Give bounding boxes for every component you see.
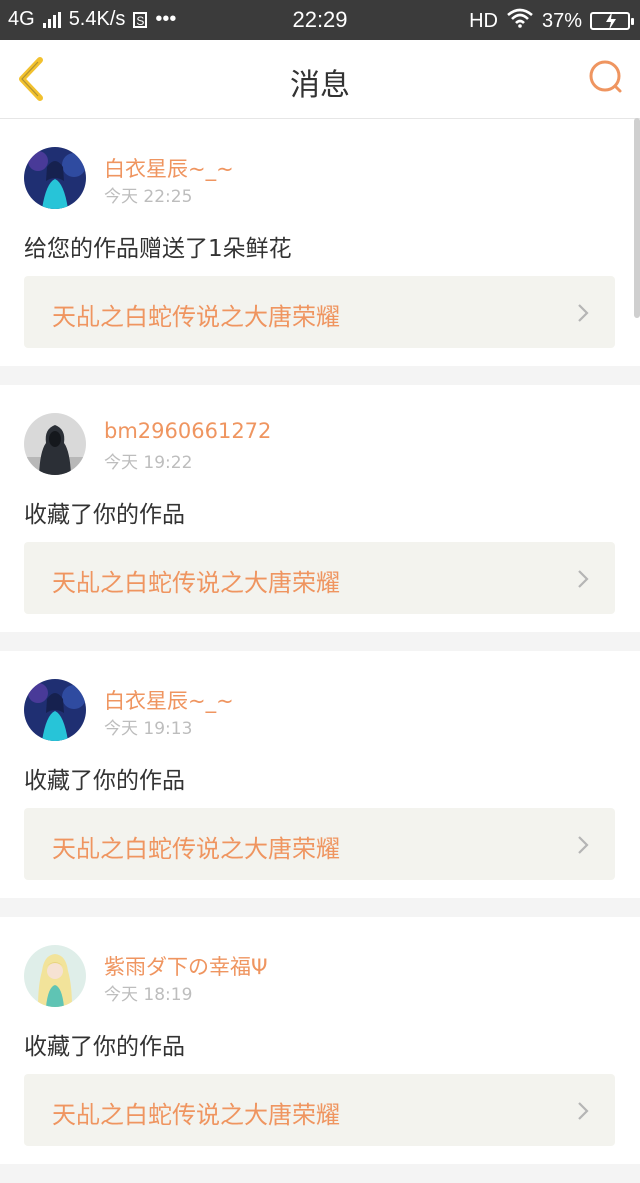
- chevron-right-icon: [578, 304, 589, 322]
- message-text: 给您的作品赠送了1朵鲜花: [24, 236, 292, 262]
- scrollbar[interactable]: [634, 118, 640, 318]
- username[interactable]: bm2960661272: [104, 419, 271, 443]
- header-bar: 消息: [0, 40, 640, 119]
- message-text: 收藏了你的作品: [24, 1034, 185, 1060]
- work-title: 天乩之白蛇传说之大唐荣耀: [52, 1101, 340, 1129]
- status-right: HD 37%: [469, 8, 634, 34]
- chevron-right-icon: [578, 570, 589, 588]
- username[interactable]: 白衣星辰~_~: [104, 153, 234, 183]
- chevron-right-icon: [578, 836, 589, 854]
- message-list: 白衣星辰~_~ 今天 22:25 给您的作品赠送了1朵鲜花 天乩之白蛇传说之大唐…: [0, 119, 640, 1183]
- work-link[interactable]: 天乩之白蛇传说之大唐荣耀: [24, 276, 615, 348]
- avatar[interactable]: [24, 679, 86, 741]
- avatar[interactable]: [24, 147, 86, 209]
- search-icon: [589, 60, 622, 93]
- battery-icon: [590, 12, 634, 30]
- message-card: bm2960661272 今天 19:22 收藏了你的作品 天乩之白蛇传说之大唐…: [0, 385, 640, 632]
- work-title: 天乩之白蛇传说之大唐荣耀: [52, 303, 340, 331]
- message-card: 紫雨ダ下の幸福Ψ 今天 18:19 收藏了你的作品 天乩之白蛇传说之大唐荣耀: [0, 917, 640, 1164]
- anime-girl-blue-avatar-icon: [24, 147, 86, 209]
- status-bar: 4G 5.4K/s S ••• 22:29 HD 37%: [0, 0, 640, 40]
- hooded-figure-avatar-icon: [24, 413, 86, 475]
- anime-girl-blue-avatar-icon: [24, 679, 86, 741]
- message-card: 白衣星辰~_~ 今天 19:13 收藏了你的作品 天乩之白蛇传说之大唐荣耀: [0, 651, 640, 898]
- page-title: 消息: [290, 68, 350, 103]
- blonde-girl-avatar-icon: [24, 945, 86, 1007]
- avatar[interactable]: [24, 413, 86, 475]
- hd-indicator: HD: [469, 9, 498, 32]
- work-link[interactable]: 天乩之白蛇传说之大唐荣耀: [24, 1074, 615, 1146]
- timestamp: 今天 22:25: [104, 187, 193, 207]
- timestamp: 今天 18:19: [104, 985, 193, 1005]
- message-text: 收藏了你的作品: [24, 768, 185, 794]
- timestamp: 今天 19:13: [104, 719, 193, 739]
- work-link[interactable]: 天乩之白蛇传说之大唐荣耀: [24, 808, 615, 880]
- wifi-icon: [506, 8, 534, 34]
- battery-percent: 37%: [541, 9, 582, 32]
- work-title: 天乩之白蛇传说之大唐荣耀: [52, 569, 340, 597]
- username[interactable]: 白衣星辰~_~: [104, 685, 234, 715]
- username[interactable]: 紫雨ダ下の幸福Ψ: [104, 951, 268, 981]
- avatar[interactable]: [24, 945, 86, 1007]
- work-link[interactable]: 天乩之白蛇传说之大唐荣耀: [24, 542, 615, 614]
- work-title: 天乩之白蛇传说之大唐荣耀: [52, 835, 340, 863]
- timestamp: 今天 19:22: [104, 453, 193, 473]
- message-text: 收藏了你的作品: [24, 502, 185, 528]
- chevron-right-icon: [578, 1102, 589, 1120]
- search-button[interactable]: [586, 58, 626, 98]
- message-card: 白衣星辰~_~ 今天 22:25 给您的作品赠送了1朵鲜花 天乩之白蛇传说之大唐…: [0, 119, 640, 366]
